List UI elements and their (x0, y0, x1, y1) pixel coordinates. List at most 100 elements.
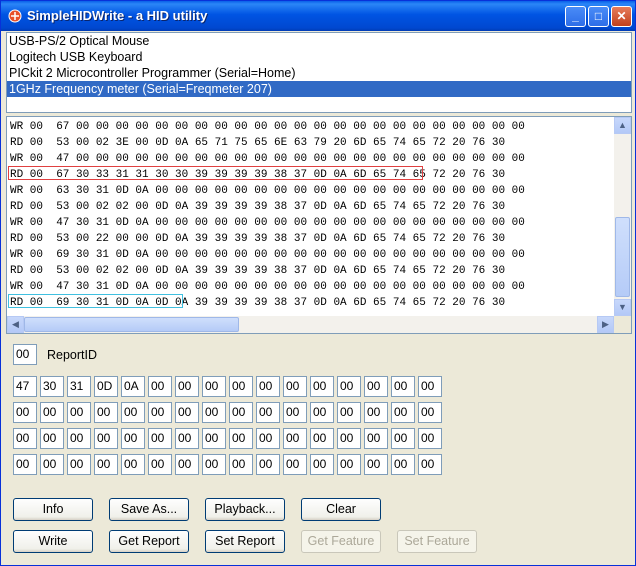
scrollbar-corner (614, 316, 631, 333)
report-byte-input[interactable]: 00 (229, 454, 253, 475)
app-window: SimpleHIDWrite - a HID utility _ □ ✕ USB… (0, 0, 636, 566)
report-byte-input[interactable]: 00 (364, 402, 388, 423)
report-byte-input[interactable]: 00 (94, 454, 118, 475)
report-byte-input[interactable]: 00 (418, 402, 442, 423)
report-byte-input[interactable]: 00 (67, 428, 91, 449)
report-byte-input[interactable]: 00 (40, 428, 64, 449)
report-byte-input[interactable]: 00 (229, 428, 253, 449)
report-byte-input[interactable]: 00 (391, 428, 415, 449)
log-row: RD 00 69 30 31 0D 0A 0D 0A 39 39 39 39 3… (10, 297, 506, 309)
minimize-button[interactable]: _ (565, 6, 586, 27)
maximize-button[interactable]: □ (588, 6, 609, 27)
report-byte-input[interactable]: 00 (337, 402, 361, 423)
device-list[interactable]: USB-PS/2 Optical Mouse Logitech USB Keyb… (6, 32, 632, 113)
save-as-button[interactable]: Save As... (109, 498, 189, 521)
playback-button[interactable]: Playback... (205, 498, 285, 521)
report-byte-input[interactable]: 00 (391, 454, 415, 475)
report-byte-input[interactable]: 31 (67, 376, 91, 397)
report-byte-input[interactable]: 00 (364, 428, 388, 449)
report-byte-input[interactable]: 00 (364, 454, 388, 475)
report-byte-input[interactable]: 00 (229, 376, 253, 397)
report-byte-input[interactable]: 30 (40, 376, 64, 397)
report-byte-input[interactable]: 00 (13, 402, 37, 423)
report-byte-input[interactable]: 00 (175, 376, 199, 397)
report-log[interactable]: WR 00 67 00 00 00 00 00 00 00 00 00 00 0… (6, 116, 632, 334)
get-feature-button: Get Feature (301, 530, 381, 553)
report-byte-input[interactable]: 00 (148, 454, 172, 475)
report-byte-input[interactable]: 00 (13, 454, 37, 475)
report-byte-input[interactable]: 00 (418, 454, 442, 475)
report-byte-input[interactable]: 00 (310, 454, 334, 475)
report-byte-input[interactable]: 00 (337, 376, 361, 397)
get-report-button[interactable]: Get Report (109, 530, 189, 553)
report-byte-input[interactable]: 00 (175, 454, 199, 475)
report-byte-input[interactable]: 00 (94, 428, 118, 449)
report-byte-input[interactable]: 00 (256, 454, 280, 475)
log-row: RD 00 53 00 22 00 00 0D 0A 39 39 39 39 3… (10, 233, 506, 245)
report-byte-input[interactable]: 00 (337, 454, 361, 475)
report-byte-input[interactable]: 00 (310, 428, 334, 449)
device-item[interactable]: Logitech USB Keyboard (7, 49, 631, 65)
device-item[interactable]: USB-PS/2 Optical Mouse (7, 33, 631, 49)
info-button[interactable]: Info (13, 498, 93, 521)
report-byte-input[interactable]: 00 (391, 376, 415, 397)
report-byte-input[interactable]: 00 (256, 402, 280, 423)
report-byte-input[interactable]: 00 (202, 428, 226, 449)
title-bar[interactable]: SimpleHIDWrite - a HID utility _ □ ✕ (1, 1, 635, 31)
report-byte-input[interactable]: 00 (121, 454, 145, 475)
report-byte-input[interactable]: 00 (202, 454, 226, 475)
vertical-scrollbar[interactable]: ▲ ▼ (614, 117, 631, 316)
report-byte-input[interactable]: 00 (175, 402, 199, 423)
scroll-up-icon[interactable]: ▲ (614, 117, 631, 134)
report-byte-input[interactable]: 00 (121, 428, 145, 449)
report-byte-input[interactable]: 00 (283, 376, 307, 397)
report-byte-input[interactable]: 00 (175, 428, 199, 449)
scroll-right-icon[interactable]: ▶ (597, 316, 614, 333)
report-byte-input[interactable]: 0D (94, 376, 118, 397)
report-byte-input[interactable]: 00 (148, 428, 172, 449)
report-byte-input[interactable]: 00 (40, 402, 64, 423)
report-byte-input[interactable]: 00 (202, 402, 226, 423)
report-byte-input[interactable]: 00 (94, 402, 118, 423)
horizontal-scrollbar[interactable]: ◀ ▶ (7, 316, 614, 333)
report-byte-input[interactable]: 00 (202, 376, 226, 397)
report-id-label: ReportID (47, 348, 98, 362)
report-byte-input[interactable]: 00 (121, 402, 145, 423)
report-byte-input[interactable]: 00 (310, 376, 334, 397)
report-byte-input[interactable]: 00 (67, 402, 91, 423)
report-byte-input[interactable]: 00 (337, 428, 361, 449)
report-byte-input[interactable]: 00 (310, 402, 334, 423)
set-feature-button: Set Feature (397, 530, 477, 553)
report-byte-input[interactable]: 47 (13, 376, 37, 397)
report-byte-input[interactable]: 00 (229, 402, 253, 423)
device-item[interactable]: PICkit 2 Microcontroller Programmer (Ser… (7, 65, 631, 81)
scroll-left-icon[interactable]: ◀ (7, 316, 24, 333)
close-button[interactable]: ✕ (611, 6, 632, 27)
report-byte-input[interactable]: 00 (40, 454, 64, 475)
log-rows: WR 00 67 00 00 00 00 00 00 00 00 00 00 0… (7, 117, 613, 317)
report-byte-input[interactable]: 00 (418, 428, 442, 449)
report-byte-input[interactable]: 00 (391, 402, 415, 423)
log-row: WR 00 67 00 00 00 00 00 00 00 00 00 00 0… (10, 121, 525, 133)
report-byte-input[interactable]: 00 (148, 402, 172, 423)
report-byte-input[interactable]: 00 (148, 376, 172, 397)
report-byte-input[interactable]: 00 (283, 428, 307, 449)
report-byte-input[interactable]: 00 (256, 376, 280, 397)
clear-button[interactable]: Clear (301, 498, 381, 521)
scroll-down-icon[interactable]: ▼ (614, 299, 631, 316)
report-id-input[interactable]: 00 (13, 344, 37, 365)
report-byte-input[interactable]: 00 (283, 454, 307, 475)
vertical-scroll-thumb[interactable] (615, 217, 630, 297)
set-report-button[interactable]: Set Report (205, 530, 285, 553)
log-row: RD 00 67 30 33 31 31 30 30 39 39 39 39 3… (10, 169, 506, 181)
report-byte-input[interactable]: 00 (13, 428, 37, 449)
write-button[interactable]: Write (13, 530, 93, 553)
report-byte-input[interactable]: 0A (121, 376, 145, 397)
report-byte-input[interactable]: 00 (364, 376, 388, 397)
report-byte-input[interactable]: 00 (283, 402, 307, 423)
report-byte-input[interactable]: 00 (256, 428, 280, 449)
device-item-selected[interactable]: 1GHz Frequency meter (Serial=Freqmeter 2… (7, 81, 631, 97)
horizontal-scroll-thumb[interactable] (24, 317, 239, 332)
report-byte-input[interactable]: 00 (418, 376, 442, 397)
report-byte-input[interactable]: 00 (67, 454, 91, 475)
